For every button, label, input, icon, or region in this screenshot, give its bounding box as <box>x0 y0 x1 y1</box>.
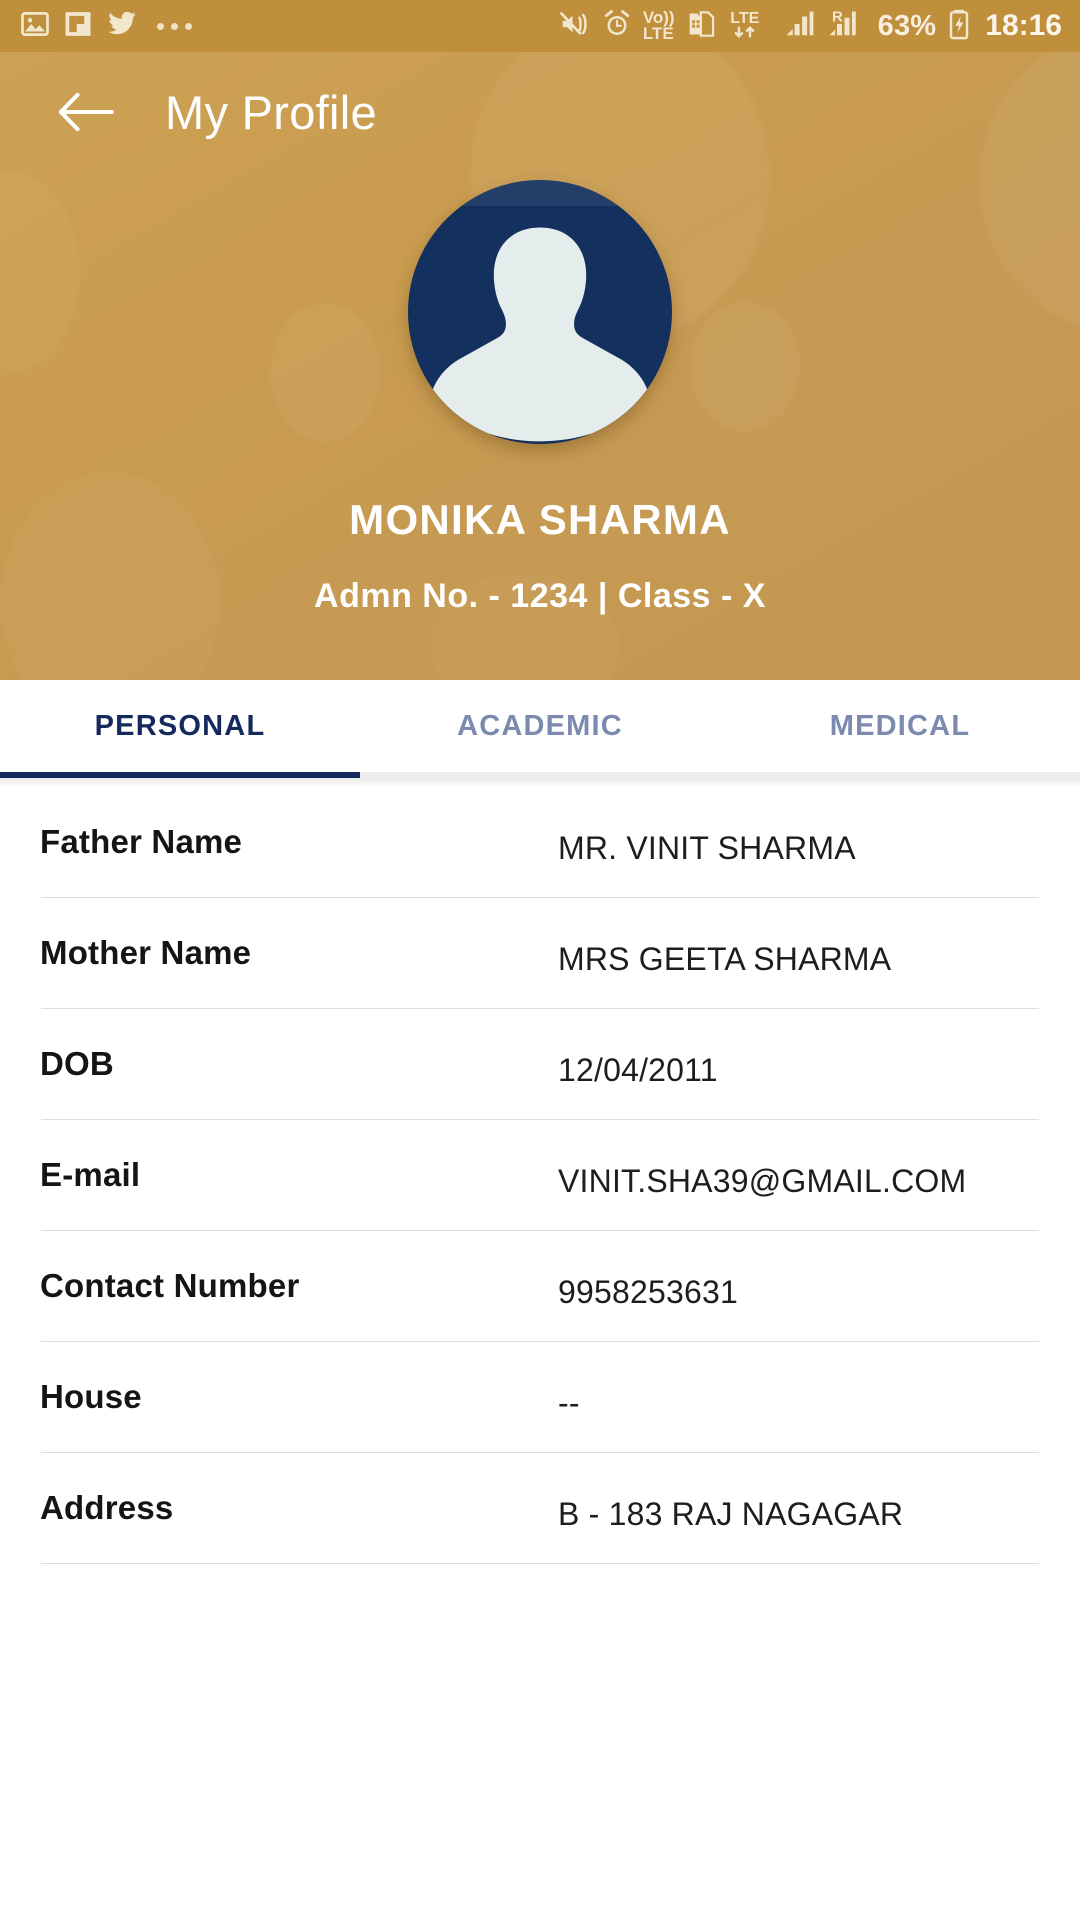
tab-indicator-track <box>0 772 1080 778</box>
sim-card-icon <box>686 9 718 44</box>
roaming-signal-icon: R <box>827 8 867 44</box>
image-icon <box>20 9 50 44</box>
profile-name: MONIKA SHARMA <box>349 496 731 543</box>
row-label: DOB <box>40 1045 114 1082</box>
mute-vibrate-icon <box>559 9 591 44</box>
avatar[interactable] <box>408 180 672 444</box>
row-value: MRS GEETA SHARMA <box>558 941 892 977</box>
page-title: My Profile <box>165 85 377 139</box>
table-row[interactable]: Address B - 183 RAJ NAGAGAR <box>40 1453 1040 1563</box>
back-button[interactable] <box>55 81 117 143</box>
tab-academic-label: ACADEMIC <box>457 709 623 742</box>
flipboard-icon <box>63 9 93 44</box>
row-value: -- <box>558 1385 580 1421</box>
row-value: 9958253631 <box>558 1274 738 1310</box>
row-label: Address <box>40 1489 174 1526</box>
twitter-icon <box>106 9 138 44</box>
personal-details-list: Father Name MR. VINIT SHARMA Mother Name… <box>0 787 1080 1564</box>
tab-academic[interactable]: ACADEMIC <box>360 680 720 772</box>
row-divider <box>41 1563 1039 1564</box>
table-row[interactable]: Contact Number 9958253631 <box>40 1231 1040 1341</box>
tab-medical-label: MEDICAL <box>829 709 971 742</box>
lte-data-icon: LTE <box>729 8 771 45</box>
row-label: E-mail <box>40 1156 141 1193</box>
svg-text:R: R <box>832 9 843 26</box>
app-bar: My Profile <box>0 52 1080 172</box>
row-value: MR. VINIT SHARMA <box>558 830 856 866</box>
signal-bars-icon <box>782 9 816 44</box>
tab-bar: PERSONAL ACADEMIC MEDICAL <box>0 680 1080 772</box>
battery-percent-label: 63% <box>877 9 937 42</box>
more-dots-icon <box>157 22 192 30</box>
row-value: 12/04/2011 <box>558 1052 718 1088</box>
status-bar-notification-icons <box>20 9 192 44</box>
table-row[interactable]: House -- <box>40 1342 1040 1452</box>
clock-label: 18:16 <box>985 9 1062 42</box>
status-bar-system-icons: Vo)) LTE LTE R 63% 18:16 <box>559 8 1062 45</box>
phone-screen: Vo)) LTE LTE R 63% 18:16 My Profile MONI… <box>0 0 1080 1920</box>
row-label: Contact Number <box>40 1267 300 1304</box>
row-label: Father Name <box>40 823 243 860</box>
table-row[interactable]: Mother Name MRS GEETA SHARMA <box>40 898 1040 1008</box>
row-value: B - 183 RAJ NAGAGAR <box>558 1496 904 1532</box>
table-row[interactable]: E-mail VINIT.SHA39@GMAIL.COM <box>40 1120 1040 1230</box>
arrow-left-icon <box>57 89 115 135</box>
tab-medical[interactable]: MEDICAL <box>720 680 1080 772</box>
profile-header: My Profile MONIKA SHARMA Admn No. - 1234… <box>0 52 1080 680</box>
row-label: House <box>40 1378 142 1415</box>
volte-icon: Vo)) LTE <box>642 7 675 43</box>
alarm-icon <box>602 9 632 44</box>
row-value: VINIT.SHA39@GMAIL.COM <box>558 1163 967 1199</box>
status-bar: Vo)) LTE LTE R 63% 18:16 <box>0 0 1080 52</box>
table-row[interactable]: DOB 12/04/2011 <box>40 1009 1040 1119</box>
row-label: Mother Name <box>40 934 252 971</box>
tab-personal[interactable]: PERSONAL <box>0 680 360 772</box>
battery-charging-icon <box>947 8 971 45</box>
active-tab-indicator <box>0 772 360 778</box>
avatar-container <box>0 180 1080 444</box>
table-row[interactable]: Father Name MR. VINIT SHARMA <box>40 787 1040 897</box>
tab-personal-label: PERSONAL <box>94 709 266 742</box>
tab-bar-shadow <box>0 778 1080 787</box>
svg-text:LTE: LTE <box>730 9 759 26</box>
profile-subtitle: Admn No. - 1234 | Class - X <box>314 577 766 615</box>
